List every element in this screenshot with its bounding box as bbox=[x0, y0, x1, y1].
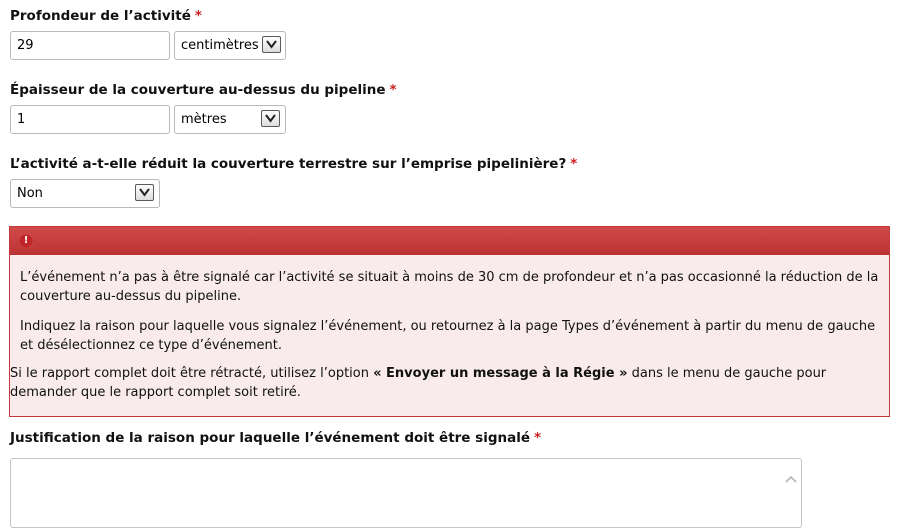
cover-reduced-select[interactable]: Non bbox=[10, 179, 160, 208]
depth-input-value: 29 bbox=[17, 38, 34, 53]
cover-thickness-input-value: 1 bbox=[17, 112, 26, 127]
justification-label: Justification de la raison pour laquelle… bbox=[10, 430, 542, 446]
required-marker: * bbox=[389, 82, 397, 98]
chevron-down-icon[interactable] bbox=[262, 36, 281, 53]
exclamation-icon: ! bbox=[19, 234, 33, 248]
cover-thickness-unit-value: mètres bbox=[181, 112, 227, 127]
alert-header: ! bbox=[10, 227, 889, 255]
cover-thickness-label: Épaisseur de la couverture au-dessus du … bbox=[10, 82, 397, 98]
chevron-down-icon[interactable] bbox=[135, 184, 154, 201]
cover-reduced-label: L’activité a-t-elle réduit la couverture… bbox=[10, 156, 578, 172]
send-message-option: « Envoyer un message à la Régie » bbox=[373, 366, 628, 381]
cover-thickness-unit-select[interactable]: mètres bbox=[174, 105, 286, 134]
required-marker: * bbox=[534, 430, 542, 446]
alert-paragraph-3: Si le rapport complet doit être rétracté… bbox=[10, 366, 827, 400]
justification-textarea[interactable] bbox=[10, 458, 802, 528]
depth-unit-select[interactable]: centimètres bbox=[174, 31, 286, 60]
chevron-down-icon[interactable] bbox=[261, 110, 280, 127]
cover-thickness-input[interactable]: 1 bbox=[10, 105, 170, 134]
error-alert: ! L’événement n’a pas à être signalé car… bbox=[9, 226, 890, 417]
alert-paragraph-1: L’événement n’a pas à être signalé car l… bbox=[20, 270, 879, 304]
required-marker: * bbox=[570, 156, 578, 172]
depth-label: Profondeur de l’activité * bbox=[10, 8, 202, 24]
depth-unit-value: centimètres bbox=[181, 38, 259, 53]
scroll-up-icon[interactable] bbox=[785, 474, 797, 484]
required-marker: * bbox=[194, 8, 202, 24]
cover-reduced-value: Non bbox=[17, 186, 43, 201]
alert-paragraph-2: Indiquez la raison pour laquelle vous si… bbox=[20, 319, 876, 353]
depth-input[interactable]: 29 bbox=[10, 31, 170, 60]
